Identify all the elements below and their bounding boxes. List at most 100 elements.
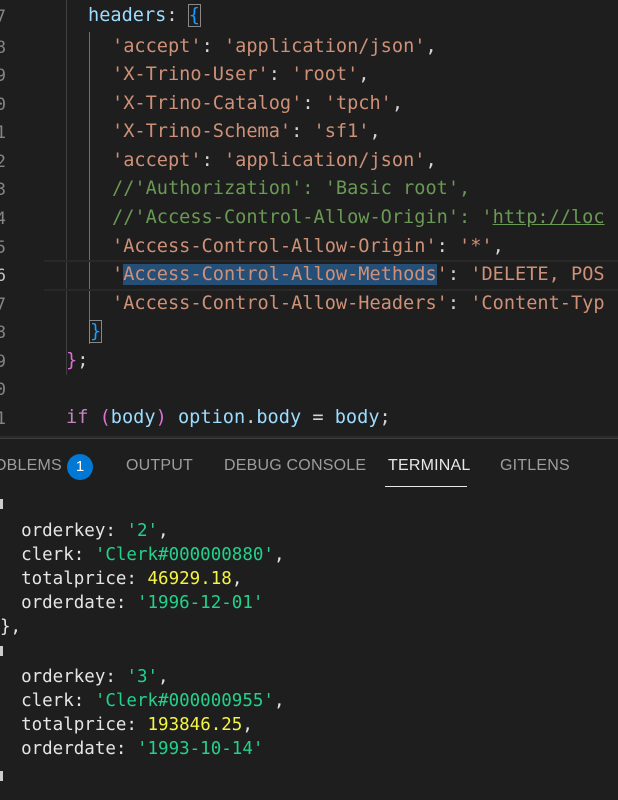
code-token: option — [177, 407, 246, 428]
code-line[interactable]: } — [88, 318, 103, 347]
tab-problems[interactable]: OBLEMS — [0, 457, 62, 475]
terminal-token: orderkey: — [0, 667, 127, 687]
code-token: body — [256, 407, 302, 428]
code-token: 'DELETE, POS — [470, 264, 605, 285]
terminal-token: clerk: — [0, 545, 95, 565]
line-number: 9 — [0, 66, 6, 86]
code-editor[interactable]: 789012345678901 headers: {'accept': 'app… — [0, 0, 618, 438]
problems-count-badge: 1 — [67, 454, 93, 480]
terminal-token: orderdate: — [0, 593, 137, 613]
code-token: 'root' — [291, 64, 359, 85]
terminal-token: 46929.18 — [147, 569, 232, 589]
code-token: 'sf1' — [313, 121, 370, 142]
code-token: body — [110, 407, 156, 428]
code-line[interactable]: 'X-Trino-User': 'root', — [112, 61, 370, 90]
code-token: , — [425, 36, 437, 57]
terminal-line: clerk: 'Clerk#000000880', — [0, 543, 285, 567]
code-token: = — [301, 407, 335, 428]
line-number: 1 — [0, 409, 6, 429]
clipped-brace-glyph — [0, 646, 3, 656]
terminal-line: totalprice: 46929.18, — [0, 567, 242, 591]
line-number: 2 — [0, 152, 6, 172]
code-token: : — [166, 5, 189, 26]
terminal-line: }, — [0, 615, 21, 639]
code-token: , — [391, 93, 404, 114]
code-token: 'X-Trino-Schema' — [112, 121, 292, 142]
code-line[interactable]: 'X-Trino-Catalog': 'tpch', — [112, 90, 403, 119]
indent-guide-active — [89, 32, 90, 344]
code-line[interactable]: if (body) option.body = body; — [66, 404, 391, 433]
code-line[interactable]: //'Access-Control-Allow-Origin': 'http:/… — [112, 204, 605, 233]
code-line[interactable]: 'accept': 'application/json', — [112, 147, 437, 176]
terminal-output[interactable]: orderkey: '2', clerk: 'Clerk#000000880',… — [0, 491, 618, 800]
panel-tab-bar: OBLEMS 1 OUTPUT DEBUG CONSOLE TERMINAL G… — [0, 439, 618, 491]
line-number-gutter: 7 8 9 0 1 2 3 4 5 6 7 8 9 0 1 — [0, 0, 42, 438]
code-token: , — [358, 64, 370, 85]
code-token: } — [66, 350, 78, 371]
code-token: : — [447, 264, 471, 285]
terminal-token: , — [273, 691, 285, 711]
active-tab-indicator — [385, 486, 467, 487]
code-token: //'Access-Control-Allow-Origin': ' — [112, 207, 493, 228]
code-token: 'Access-Control-Allow-Origin' — [112, 236, 437, 257]
code-token: : — [291, 121, 314, 142]
tab-debug-console[interactable]: DEBUG CONSOLE — [224, 457, 366, 475]
tab-terminal[interactable]: TERMINAL — [388, 457, 471, 475]
code-area[interactable]: headers: {'accept': 'application/json', '… — [44, 0, 618, 438]
terminal-line: orderdate: '1993-10-14' — [0, 737, 263, 761]
code-token: : — [268, 64, 292, 85]
line-number: 9 — [0, 352, 6, 372]
code-token: ) — [155, 407, 167, 428]
code-line[interactable]: 'Access-Control-Allow-Headers': 'Content… — [112, 290, 605, 319]
code-token: 'X-Trino-User' — [112, 64, 269, 85]
code-token: . — [245, 407, 257, 428]
terminal-token: , — [231, 569, 243, 589]
terminal-token: 'Clerk#000000955' — [94, 691, 274, 711]
terminal-line: orderkey: '3', — [0, 665, 169, 689]
line-number: 1 — [0, 123, 6, 143]
terminal-line: orderkey: '2', — [0, 519, 169, 543]
line-number: 8 — [0, 38, 6, 58]
code-token: if — [66, 407, 89, 428]
code-line[interactable]: 'accept': 'application/json', — [112, 33, 437, 62]
code-token: : — [447, 293, 471, 314]
terminal-token: }, — [0, 617, 22, 637]
terminal-token: , — [273, 545, 285, 565]
indent-guide — [66, 0, 67, 375]
code-token: 'Access-Control-Allow-Headers' — [112, 293, 448, 314]
terminal-token: '1996-12-01' — [136, 593, 264, 613]
terminal-token: 'Clerk#000000880' — [94, 545, 274, 565]
line-number: 0 — [0, 95, 6, 115]
code-token: //'Authorization': 'Basic root', — [112, 178, 471, 199]
code-line[interactable]: 'Access-Control-Allow-Methods': 'DELETE,… — [112, 261, 605, 290]
line-number: 7 — [0, 295, 6, 315]
code-line[interactable]: 'Access-Control-Allow-Origin': '*', — [112, 233, 504, 262]
terminal-token: , — [242, 715, 253, 735]
code-token: ' — [112, 264, 124, 285]
terminal-line: orderdate: '1996-12-01' — [0, 591, 263, 615]
code-token: : — [201, 36, 224, 57]
code-token: : — [436, 236, 460, 257]
code-line[interactable]: }; — [66, 347, 88, 376]
code-token: { — [187, 4, 201, 27]
clipped-brace-glyph — [0, 499, 3, 509]
code-token: 'accept' — [112, 36, 202, 57]
code-token: ' — [436, 264, 448, 285]
terminal-token: , — [158, 667, 169, 687]
code-token: ; — [379, 407, 391, 428]
code-token: , — [425, 150, 437, 171]
code-token: headers — [88, 5, 167, 26]
line-number: 3 — [0, 180, 6, 200]
terminal-token: '3' — [126, 667, 159, 687]
tab-gitlens[interactable]: GITLENS — [500, 457, 570, 475]
terminal-token: clerk: — [0, 691, 95, 711]
code-token: } — [88, 320, 103, 343]
terminal-token: orderdate: — [0, 739, 137, 759]
terminal-line: totalprice: 193846.25, — [0, 713, 253, 737]
code-token: , — [369, 121, 381, 142]
code-line[interactable]: 'X-Trino-Schema': 'sf1', — [112, 118, 381, 147]
code-line[interactable]: //'Authorization': 'Basic root', — [112, 175, 470, 204]
tab-output[interactable]: OUTPUT — [126, 457, 193, 475]
code-line[interactable]: headers: { — [88, 2, 201, 31]
